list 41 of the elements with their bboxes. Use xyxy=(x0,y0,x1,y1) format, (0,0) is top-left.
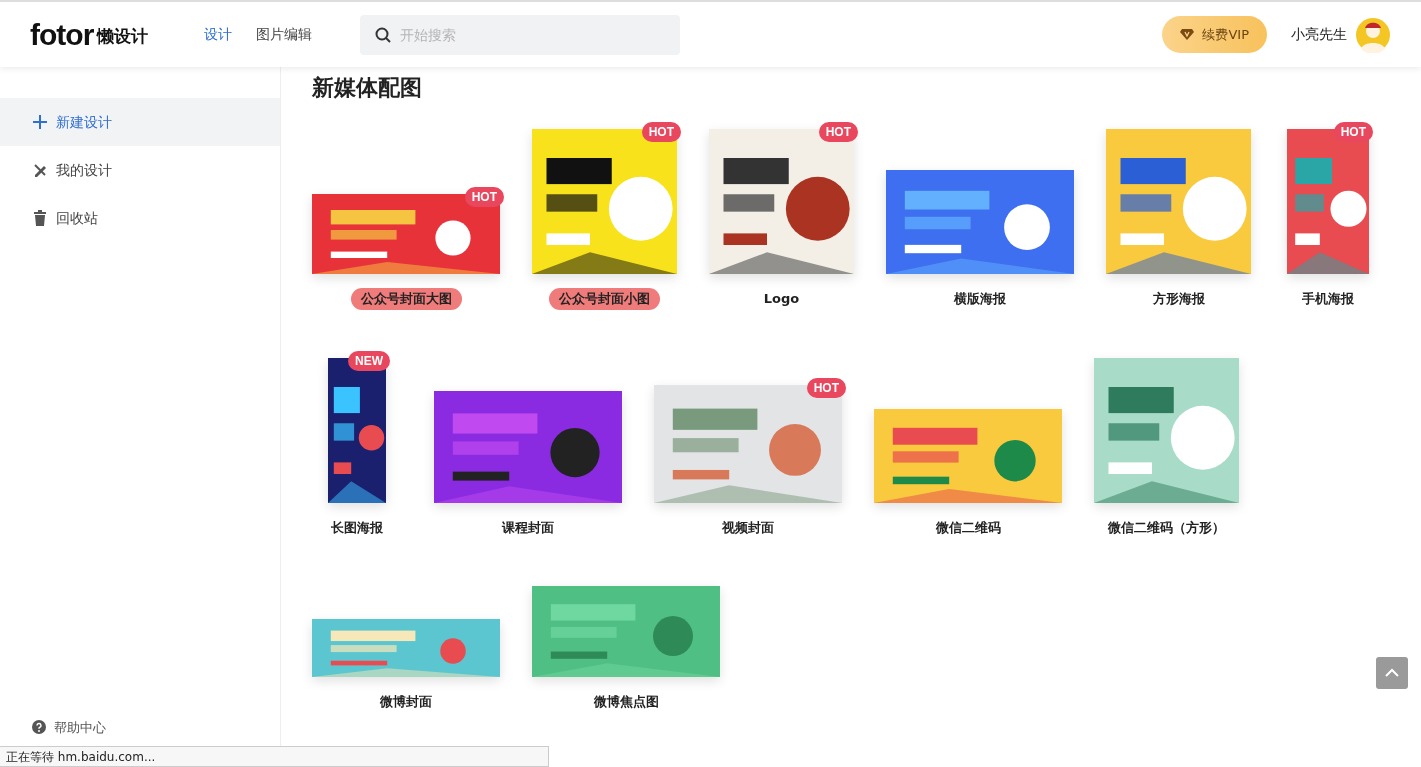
help-link[interactable]: 帮助中心 xyxy=(54,717,106,737)
badge: HOT xyxy=(1333,122,1373,143)
pencil-icon xyxy=(32,162,48,178)
search-field[interactable]: 开始搜索 xyxy=(360,14,681,55)
badge: HOT xyxy=(818,122,858,143)
template-label[interactable]: 公众号封面小图 xyxy=(549,288,660,310)
template-label[interactable]: 微博封面 xyxy=(370,691,442,713)
template-label[interactable]: 视频封面 xyxy=(712,516,784,539)
sidebar-item[interactable]: 新建设计 xyxy=(0,98,280,146)
template-label[interactable]: 方形海报 xyxy=(1142,288,1215,310)
vip-button[interactable]: 续费VIP xyxy=(1162,16,1267,53)
template-label[interactable]: 课程封面 xyxy=(492,516,564,539)
logo[interactable]: fotor xyxy=(30,19,94,50)
search-icon xyxy=(375,26,392,43)
badge: HOT xyxy=(806,377,846,398)
badge: HOT xyxy=(641,122,681,143)
template-label[interactable]: 微信二维码（方形） xyxy=(1098,516,1235,539)
section-title: 新媒体配图 xyxy=(312,75,423,102)
chevron-up-icon xyxy=(1384,667,1400,679)
status-bar: 正在等待 hm.baidu.com... xyxy=(0,746,549,767)
avatar xyxy=(1355,16,1391,53)
badge: HOT xyxy=(464,187,504,208)
template-label[interactable]: 微博焦点图 xyxy=(583,691,669,713)
user-name[interactable]: 小亮先生 xyxy=(1291,24,1347,45)
template-label[interactable]: 手机海报 xyxy=(1292,288,1364,310)
nav-tab[interactable]: 设计 xyxy=(204,24,233,45)
help-icon xyxy=(32,720,46,735)
template-label[interactable]: 长图海报 xyxy=(321,516,393,539)
nav-tab[interactable]: 图片编辑 xyxy=(256,24,313,45)
logo-subtitle: 懒设计 xyxy=(97,25,149,48)
sidebar-item[interactable]: 我的设计 xyxy=(0,146,280,194)
sidebar-item[interactable]: 回收站 xyxy=(0,194,280,242)
plus-icon xyxy=(32,114,48,130)
scroll-top-button[interactable] xyxy=(1376,657,1408,689)
template-label[interactable]: Logo xyxy=(753,288,810,310)
badge: NEW xyxy=(348,350,390,371)
trash-icon xyxy=(32,210,48,226)
template-label[interactable]: 公众号封面大图 xyxy=(350,288,462,310)
template-label[interactable]: 微信二维码 xyxy=(925,516,1011,539)
template-label[interactable]: 横版海报 xyxy=(944,288,1016,310)
diamond-icon xyxy=(1180,28,1195,41)
